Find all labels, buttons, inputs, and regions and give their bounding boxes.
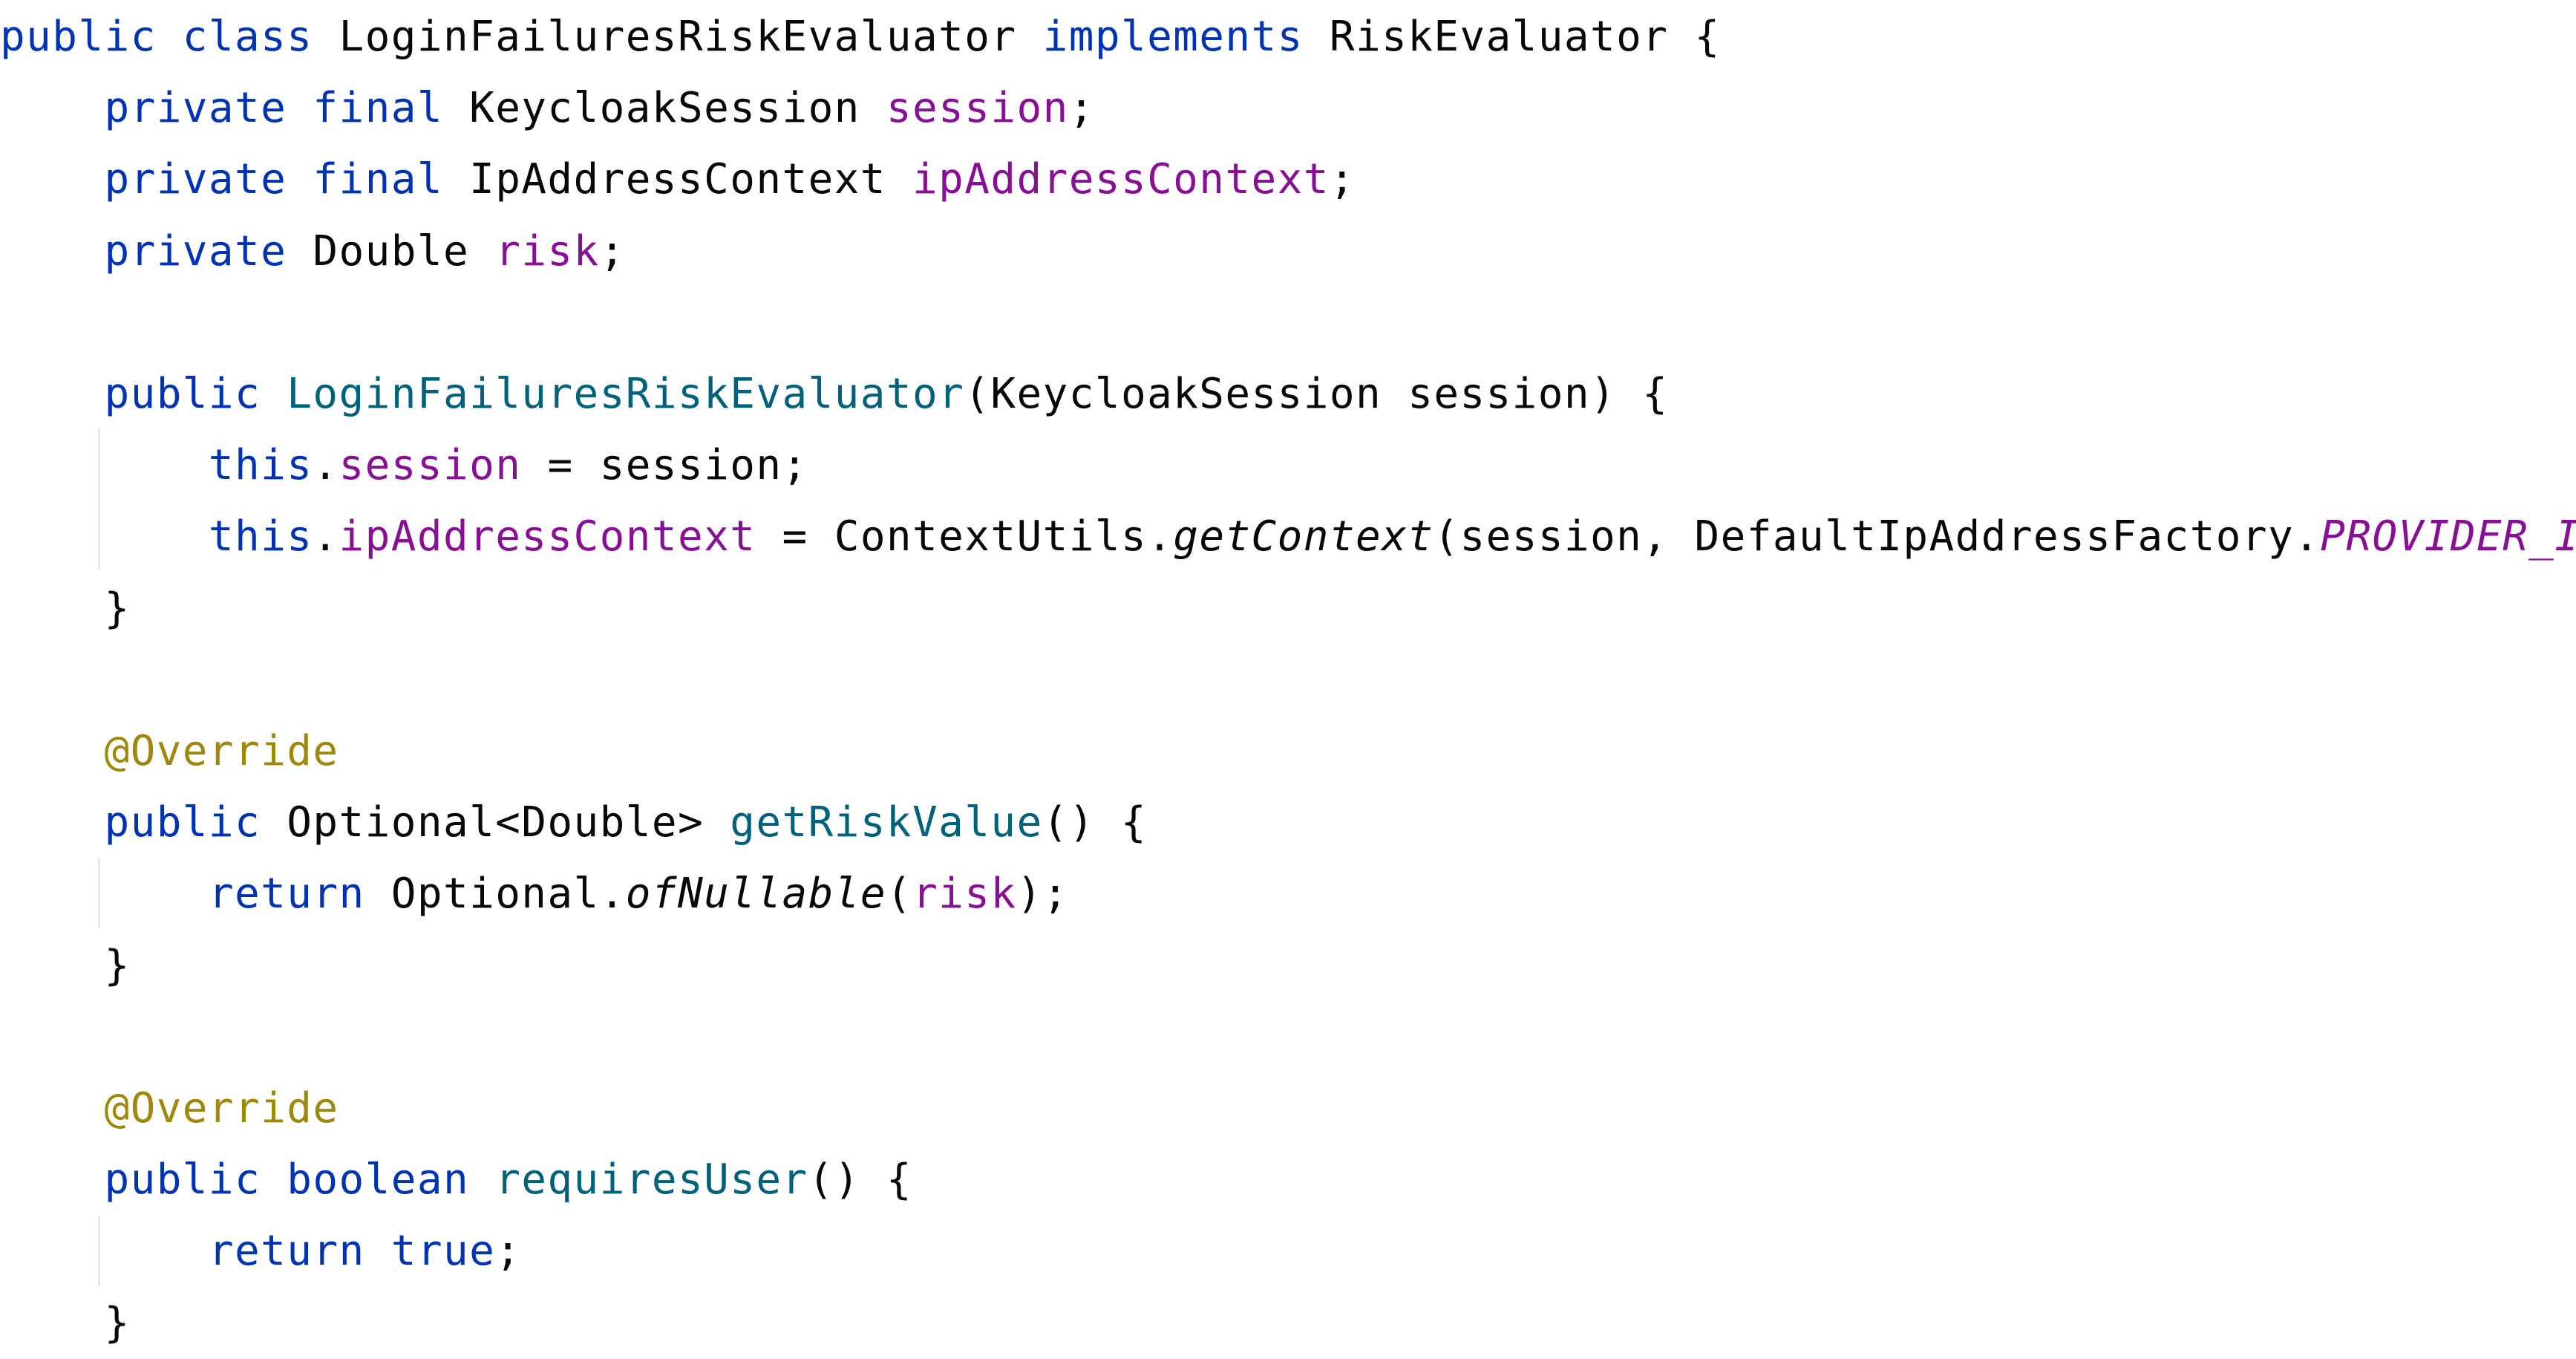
code-token-field: ipAddressContext [912, 155, 1330, 204]
code-token-field: ipAddressContext [339, 512, 756, 561]
code-token-static-call: getContext [1173, 512, 1434, 561]
code-line[interactable]: private final KeycloakSession session; [0, 73, 1095, 144]
code-token-plain: IpAddressContext [469, 155, 913, 204]
code-line[interactable]: } [0, 931, 131, 1002]
code-line[interactable]: this.session = session; [0, 430, 808, 501]
code-line[interactable]: return Optional.ofNullable(risk); [0, 858, 1069, 930]
code-token-annotation: @Override [0, 727, 339, 775]
code-token-keyword: public [0, 798, 287, 847]
code-line[interactable]: private final IpAddressContext ipAddress… [0, 144, 1356, 215]
code-token-plain: KeycloakSession [469, 84, 886, 133]
code-token-method-declaration: getRiskValue [730, 798, 1043, 847]
code-token-plain: } [0, 941, 131, 990]
code-line[interactable]: public Optional<Double> getRiskValue() { [0, 787, 1147, 858]
code-token-field: risk [495, 226, 600, 276]
code-token-keyword: return [0, 870, 391, 919]
code-line[interactable]: public LoginFailuresRiskEvaluator(Keyclo… [0, 359, 1668, 430]
code-token-keyword: public [0, 370, 287, 418]
code-token-keyword: private final [0, 155, 470, 204]
code-token-plain: () { [1042, 798, 1148, 847]
code-token-plain: LoginFailuresRiskEvaluator [339, 13, 1043, 61]
code-line[interactable]: this.ipAddressContext = ContextUtils.get… [0, 501, 2576, 573]
code-token-keyword: return true [0, 1227, 496, 1276]
code-token-plain: (KeycloakSession session) { [964, 370, 1669, 418]
code-line[interactable]: public boolean requiresUser() { [0, 1144, 912, 1216]
code-token-keyword: public boolean [0, 1156, 496, 1205]
code-line[interactable]: } [0, 1288, 131, 1359]
code-line[interactable]: return true; [0, 1216, 521, 1287]
code-token-plain: RiskEvaluator { [1329, 13, 1721, 61]
code-token-plain: () { [808, 1156, 913, 1205]
code-token-keyword: implements [1042, 13, 1330, 61]
code-line[interactable]: @Override [0, 1073, 339, 1144]
code-token-keyword: this [0, 441, 313, 490]
code-token-static-field: PROVIDER_ID [2320, 512, 2576, 561]
code-token-field: session [339, 441, 522, 490]
code-token-plain: ; [1068, 84, 1095, 133]
code-token-plain: } [0, 1298, 131, 1347]
code-token-field: session [886, 84, 1069, 133]
code-token-plain: = ContextUtils. [756, 512, 1174, 561]
code-token-plain: Optional<Double> [287, 798, 730, 847]
code-line[interactable]: private Double risk; [0, 216, 626, 287]
code-token-plain: ; [495, 1227, 522, 1276]
code-line[interactable]: @Override [0, 716, 339, 787]
code-token-plain: ); [1016, 870, 1069, 919]
code-token-plain: } [0, 584, 131, 633]
code-token-method-declaration: requiresUser [495, 1156, 808, 1205]
code-token-keyword: private final [0, 84, 470, 133]
code-token-plain: = session; [521, 441, 808, 490]
code-token-field: risk [912, 870, 1017, 919]
code-token-keyword: public class [0, 13, 339, 61]
code-token-static-call: ofNullable [625, 870, 886, 919]
code-token-plain: Optional. [390, 870, 626, 919]
code-line[interactable]: } [0, 573, 131, 645]
code-token-plain: ; [1329, 155, 1356, 204]
code-line[interactable]: public class LoginFailuresRiskEvaluator … [0, 1, 1721, 73]
code-token-annotation: @Override [0, 1084, 339, 1132]
code-token-plain: ( [886, 870, 913, 919]
code-token-plain: Double [313, 226, 496, 276]
code-token-plain: (session, DefaultIpAddressFactory. [1434, 512, 2321, 561]
code-token-plain: ; [599, 226, 626, 276]
code-token-keyword: private [0, 226, 313, 276]
code-token-keyword: this [0, 512, 313, 561]
code-token-plain: . [313, 441, 339, 490]
code-editor[interactable]: public class LoginFailuresRiskEvaluator … [0, 0, 2576, 1356]
code-token-method-declaration: LoginFailuresRiskEvaluator [287, 370, 965, 418]
code-token-plain: . [313, 512, 339, 561]
